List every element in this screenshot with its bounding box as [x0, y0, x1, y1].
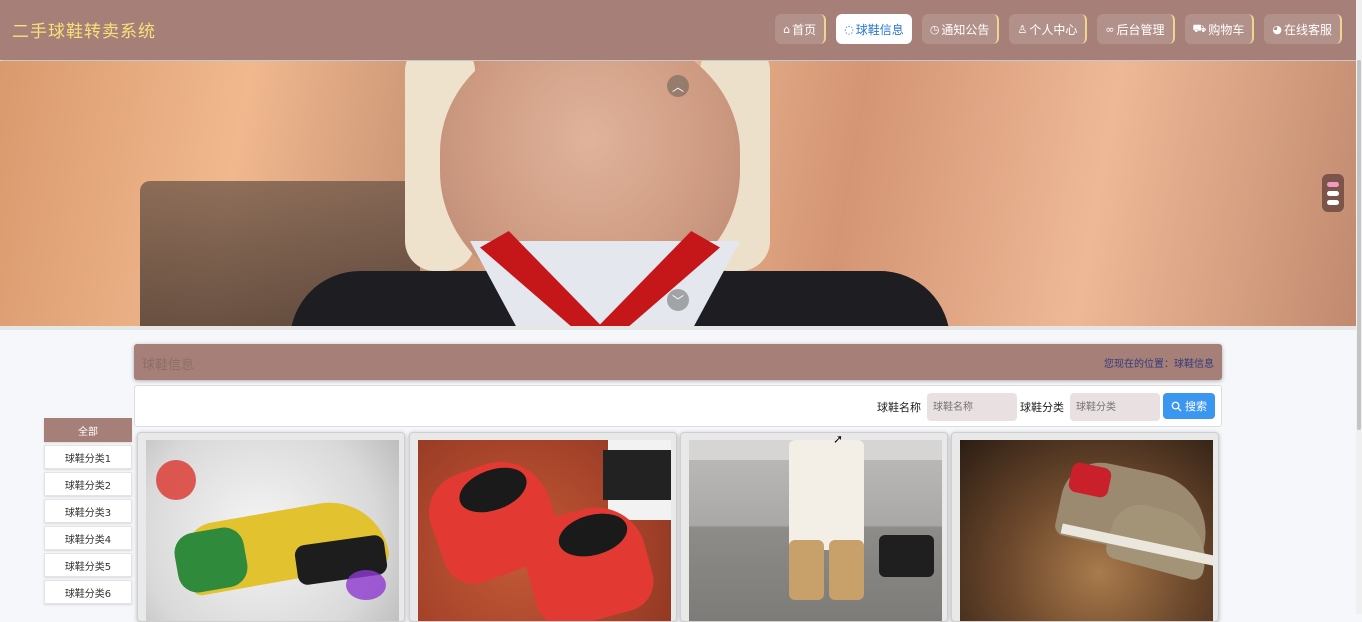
shoe-name-search-group: 球鞋名称 — [877, 393, 1017, 421]
product-card[interactable] — [951, 432, 1219, 622]
chevron-up-icon: ︿ — [671, 79, 684, 94]
main-nav: ⌂ 首页 ◌ 球鞋信息 ◷ 通知公告 ♙ 个人中心 ∞ 后台管理 ⛟ 购物车 ◕… — [775, 14, 1342, 44]
category-sidebar: 全部 球鞋分类1 球鞋分类2 球鞋分类3 球鞋分类4 球鞋分类5 球鞋分类6 — [44, 418, 132, 607]
product-image — [960, 440, 1213, 621]
carousel-pagination — [1322, 174, 1344, 212]
carousel-next-button[interactable]: ﹀ — [667, 289, 689, 311]
top-header: 二手球鞋转卖系统 ⌂ 首页 ◌ 球鞋信息 ◷ 通知公告 ♙ 个人中心 ∞ 后台管… — [0, 0, 1362, 60]
nav-admin-label: 后台管理 — [1116, 22, 1165, 37]
shoe-name-input[interactable] — [927, 393, 1017, 421]
page-scrollbar-thumb[interactable] — [1357, 60, 1361, 430]
site-title: 二手球鞋转卖系统 — [12, 22, 156, 42]
product-card[interactable] — [680, 432, 948, 622]
carousel-dot-2[interactable] — [1327, 190, 1339, 196]
search-button-label: 搜索 — [1185, 400, 1207, 413]
sidebar-item-category-1[interactable]: 球鞋分类1 — [44, 445, 132, 469]
carousel-prev-button[interactable]: ︿ — [667, 75, 689, 97]
sidebar-item-category-5[interactable]: 球鞋分类5 — [44, 553, 132, 577]
search-bar: 球鞋名称 球鞋分类 搜索 — [134, 385, 1222, 427]
nav-home-label: 首页 — [792, 22, 817, 37]
carousel-dot-3[interactable] — [1327, 199, 1339, 205]
shoe-name-label: 球鞋名称 — [877, 401, 921, 414]
sidebar-item-category-6[interactable]: 球鞋分类6 — [44, 580, 132, 604]
sidebar-item-all[interactable]: 全部 — [44, 418, 132, 442]
nav-personal-center[interactable]: ♙ 个人中心 — [1009, 14, 1088, 44]
link-icon: ∞ — [1105, 22, 1115, 36]
product-card[interactable] — [409, 432, 677, 622]
nav-home[interactable]: ⌂ 首页 — [775, 14, 827, 44]
banner-divider — [0, 326, 1356, 330]
nav-shoe-info[interactable]: ◌ 球鞋信息 — [836, 14, 912, 44]
sidebar-item-category-3[interactable]: 球鞋分类3 — [44, 499, 132, 523]
carousel-dot-1[interactable] — [1327, 181, 1339, 187]
search-button[interactable]: 搜索 — [1163, 393, 1215, 419]
product-image — [418, 440, 671, 621]
nav-notice[interactable]: ◷ 通知公告 — [921, 14, 1000, 44]
user-icon: ♙ — [1017, 22, 1028, 36]
chevron-down-icon: ﹀ — [671, 293, 684, 308]
section-title: 球鞋信息 — [142, 358, 195, 373]
notice-icon: ◷ — [929, 22, 940, 36]
shoe-category-input[interactable] — [1070, 393, 1160, 421]
nav-online-service[interactable]: ◕ 在线客服 — [1264, 14, 1342, 44]
section-header: 球鞋信息 您现在的位置：球鞋信息 — [134, 344, 1222, 380]
nav-notice-label: 通知公告 — [941, 22, 990, 37]
service-icon: ◕ — [1272, 22, 1282, 36]
cart-icon: ⛟ — [1192, 21, 1207, 35]
product-image — [689, 440, 942, 621]
shoe-info-icon: ◌ — [844, 22, 854, 36]
shoe-category-search-group: 球鞋分类 — [1020, 393, 1160, 421]
home-icon: ⌂ — [783, 22, 791, 36]
nav-admin[interactable]: ∞ 后台管理 — [1097, 14, 1175, 44]
breadcrumb: 您现在的位置：球鞋信息 — [1104, 359, 1214, 370]
sidebar-item-category-2[interactable]: 球鞋分类2 — [44, 472, 132, 496]
nav-shoe-info-label: 球鞋信息 — [855, 22, 904, 37]
sidebar-item-category-4[interactable]: 球鞋分类4 — [44, 526, 132, 550]
shoe-category-label: 球鞋分类 — [1020, 401, 1064, 414]
nav-online-service-label: 在线客服 — [1283, 22, 1332, 37]
nav-cart[interactable]: ⛟ 购物车 — [1184, 14, 1255, 44]
banner-carousel: ︿ ﹀ — [0, 61, 1356, 326]
mouse-cursor-icon: ➚ — [833, 432, 844, 446]
product-card[interactable] — [137, 432, 405, 622]
nav-personal-center-label: 个人中心 — [1029, 22, 1078, 37]
nav-cart-label: 购物车 — [1208, 22, 1245, 37]
search-icon — [1171, 401, 1182, 412]
product-image — [146, 440, 399, 621]
